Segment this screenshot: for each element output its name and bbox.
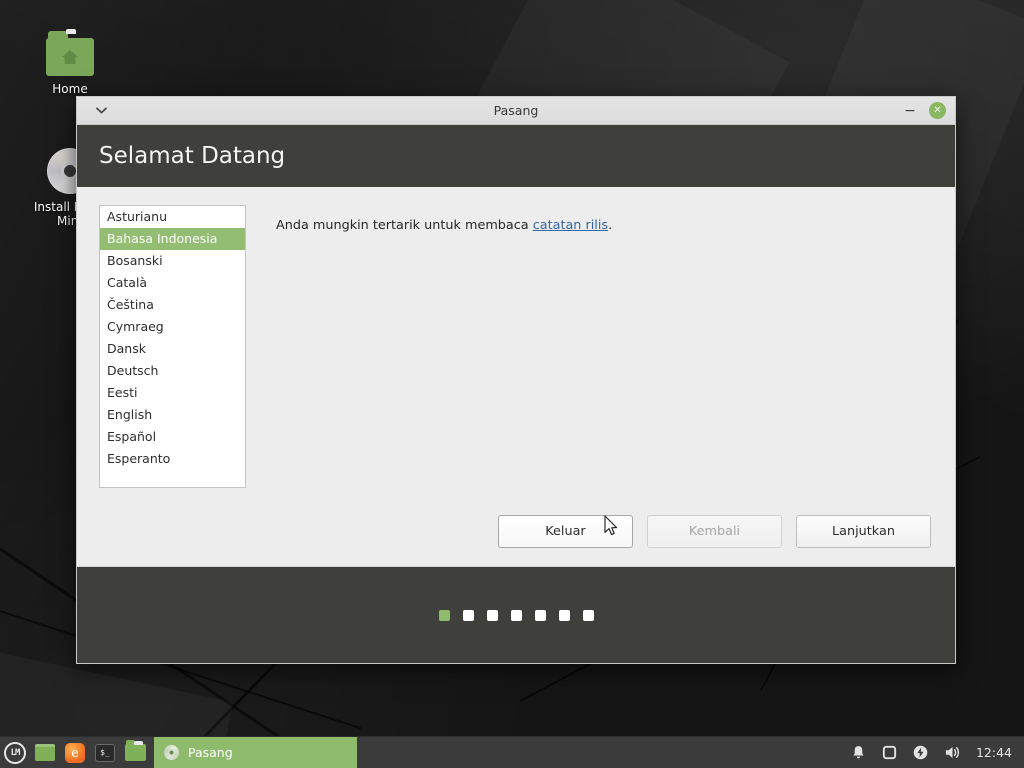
window-body: Asturianu Bahasa Indonesia Bosanski Català Č… (77, 187, 955, 566)
desktop-icon-home[interactable]: Home (24, 24, 116, 96)
language-list-item[interactable]: Čeština (100, 294, 245, 316)
quit-button[interactable]: Keluar (498, 515, 633, 548)
show-desktop-button[interactable] (30, 737, 60, 768)
language-list-item[interactable]: Deutsch (100, 360, 245, 382)
desktop-icon-home-label: Home (52, 82, 88, 96)
folder-icon (124, 740, 146, 761)
language-list-item[interactable]: Esperanto (100, 448, 245, 470)
power-bolt-icon[interactable] (912, 744, 929, 761)
panel-tasklist[interactable]: Pasang (154, 736, 357, 768)
language-list-item[interactable]: Bahasa Indonesia (100, 228, 245, 250)
window-titlebar[interactable]: Pasang − ✕ (77, 97, 955, 125)
chevron-down-icon (95, 107, 107, 114)
language-list-item[interactable]: Dansk (100, 338, 245, 360)
step-indicator (438, 609, 594, 621)
step-dot (486, 609, 498, 621)
speaker-icon[interactable] (943, 744, 962, 761)
files-launcher[interactable] (120, 737, 150, 768)
folder-home-icon (24, 24, 116, 76)
step-dot (558, 609, 570, 621)
task-button-pasang[interactable]: Pasang (154, 736, 357, 768)
task-button-label: Pasang (188, 745, 233, 760)
close-button[interactable]: ✕ (929, 102, 946, 119)
step-dot (510, 609, 522, 621)
release-notes-link[interactable]: catatan rilis (533, 218, 608, 233)
window-menu-icon[interactable] (87, 100, 115, 122)
terminal-launcher[interactable]: $_ (90, 737, 120, 768)
mint-logo-icon: LM (4, 741, 26, 764)
firefox-launcher[interactable]: e (60, 737, 90, 768)
release-notes-text: Anda mungkin tertarik untuk membaca cata… (276, 218, 933, 233)
window-header: Selamat Datang (77, 125, 955, 187)
language-list-item[interactable]: Català (100, 272, 245, 294)
language-list-item[interactable]: Eesti (100, 382, 245, 404)
installer-window[interactable]: Pasang − ✕ Selamat Datang Asturianu Bahas… (76, 96, 956, 664)
page-title: Selamat Datang (99, 143, 286, 169)
desktop[interactable]: Home Install Linux Mint Pasang − ✕ Selam… (0, 0, 1024, 768)
window-button-row[interactable]: Keluar Kembali Lanjutkan (498, 515, 931, 548)
language-list-item[interactable]: Bosanski (100, 250, 245, 272)
menu-button[interactable]: LM (0, 737, 30, 768)
bell-icon[interactable] (850, 744, 867, 761)
house-glyph (62, 50, 78, 64)
language-list-item[interactable]: English (100, 404, 245, 426)
release-notes-suffix: . (608, 218, 613, 233)
release-notes-prefix: Anda mungkin tertarik untuk membaca (276, 218, 533, 233)
minimize-button[interactable]: − (902, 103, 918, 119)
firefox-glyph: e (71, 745, 79, 760)
window-footer (77, 566, 955, 663)
window-title: Pasang (493, 103, 539, 118)
back-button: Kembali (647, 515, 782, 548)
taskbar-panel[interactable]: LM e $_ Pasang 12:44 (0, 736, 1024, 768)
mint-logo-glyph: LM (10, 747, 21, 758)
content-column: Anda mungkin tertarik untuk membaca cata… (246, 205, 933, 566)
system-tray[interactable]: 12:44 (850, 744, 1024, 761)
device-icon[interactable] (881, 744, 898, 761)
step-dot (438, 609, 450, 621)
show-desktop-icon (35, 744, 55, 761)
clock[interactable]: 12:44 (976, 745, 1012, 760)
language-list-item[interactable]: Cymraeg (100, 316, 245, 338)
step-dot (582, 609, 594, 621)
disc-icon (164, 745, 179, 760)
panel-launchers[interactable]: LM e $_ (0, 737, 150, 768)
continue-button[interactable]: Lanjutkan (796, 515, 931, 548)
terminal-icon: $_ (95, 743, 115, 762)
window-controls[interactable]: − ✕ (902, 102, 946, 119)
firefox-icon: e (65, 742, 85, 763)
terminal-glyph: $_ (100, 748, 110, 757)
step-dot (534, 609, 546, 621)
language-list-item[interactable]: Asturianu (100, 206, 245, 228)
language-list[interactable]: Asturianu Bahasa Indonesia Bosanski Català Č… (99, 205, 246, 488)
language-list-item[interactable]: Español (100, 426, 245, 448)
step-dot (462, 609, 474, 621)
